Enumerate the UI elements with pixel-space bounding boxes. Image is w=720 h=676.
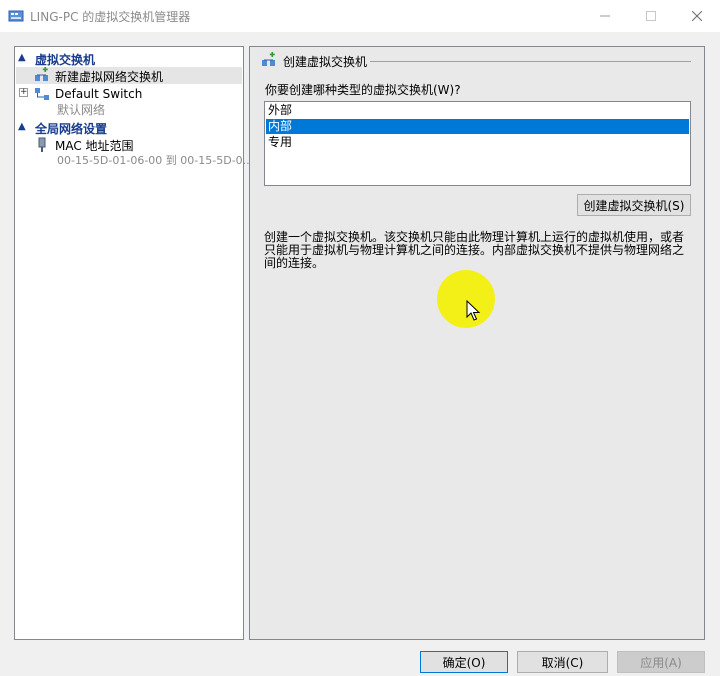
section-divider <box>370 61 691 62</box>
mac-address-range-subtitle: 00-15-5D-01-06-00 到 00-15-5D-0... <box>57 154 254 167</box>
switch-type-description: 创建一个虚拟交换机。该交换机只能由此物理计算机上运行的虚拟机使用，或者只能用于虚… <box>264 230 685 270</box>
switch-type-option-private[interactable]: 专用 <box>266 135 689 150</box>
window-title: LING-PC 的虚拟交换机管理器 <box>30 10 191 24</box>
apply-button[interactable]: 应用(A) <box>617 651 705 673</box>
ok-button[interactable]: 确定(O) <box>420 651 508 673</box>
new-switch-icon <box>262 52 275 66</box>
default-switch-item[interactable]: Default Switch <box>55 87 142 101</box>
network-switch-icon <box>35 88 49 100</box>
minimize-icon <box>600 15 610 17</box>
section-title: 创建虚拟交换机 <box>283 55 368 69</box>
new-virtual-switch-item[interactable]: 新建虚拟网络交换机 <box>55 68 163 85</box>
collapse-chevron-icon[interactable]: ▲ <box>18 119 30 135</box>
mouse-cursor-icon <box>466 300 480 321</box>
close-icon <box>692 11 702 21</box>
vswitch-manager-icon <box>8 10 24 22</box>
switch-type-option-internal[interactable]: 内部 <box>266 119 689 134</box>
section-virtual-switches[interactable]: ▲ 虚拟交换机 <box>15 50 243 67</box>
minimize-button[interactable] <box>582 0 628 32</box>
switch-type-option-external[interactable]: 外部 <box>266 103 689 118</box>
maximize-icon <box>646 11 656 21</box>
network-adapter-icon <box>38 137 46 152</box>
title-bar: LING-PC 的虚拟交换机管理器 <box>0 0 720 32</box>
create-virtual-switch-button[interactable]: 创建虚拟交换机(S) <box>577 194 691 216</box>
maximize-button[interactable] <box>628 0 674 32</box>
new-switch-icon <box>35 67 48 81</box>
details-pane: 创建虚拟交换机 你要创建哪种类型的虚拟交换机(W)? 外部 内部 专用 创建虚拟… <box>249 46 705 640</box>
navigation-pane: ▲ 虚拟交换机 新建虚拟网络交换机 + Default Switch 默认网络 … <box>14 46 253 640</box>
default-switch-subtitle: 默认网络 <box>57 103 106 117</box>
expand-default-switch[interactable]: + <box>19 88 28 97</box>
cancel-button[interactable]: 取消(C) <box>517 651 608 673</box>
switch-type-listbox[interactable]: 外部 内部 专用 <box>264 101 691 186</box>
switch-type-question: 你要创建哪种类型的虚拟交换机(W)? <box>265 83 461 97</box>
close-button[interactable] <box>674 0 720 32</box>
section-global-network[interactable]: ▲ 全局网络设置 <box>15 119 243 136</box>
collapse-chevron-icon[interactable]: ▲ <box>18 50 30 66</box>
